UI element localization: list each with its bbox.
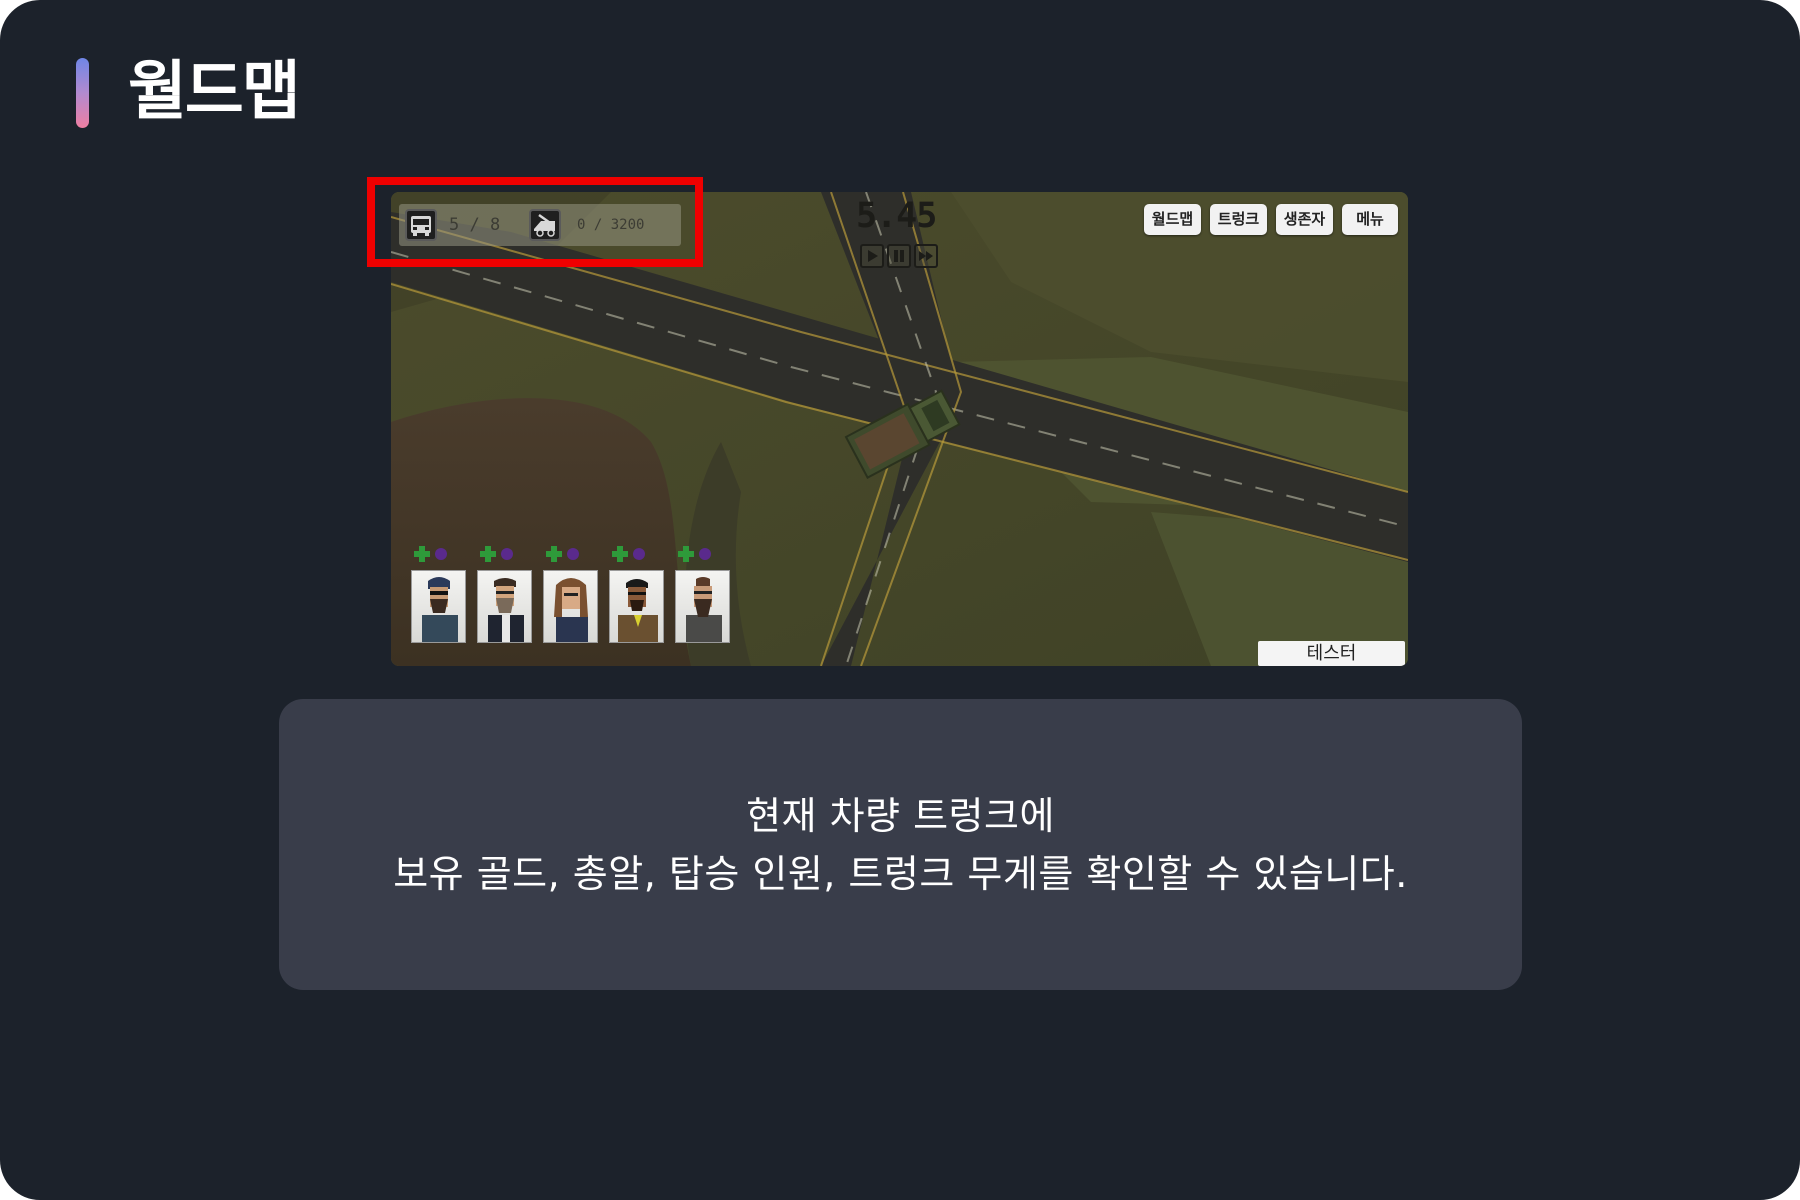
health-plus-icon bbox=[678, 546, 694, 562]
play-icon bbox=[868, 250, 878, 262]
survivor-portrait bbox=[675, 570, 730, 643]
survivor-status-icons bbox=[480, 546, 513, 562]
survivor-status-icons bbox=[612, 546, 645, 562]
trunk-button[interactable]: 트렁크 bbox=[1210, 204, 1267, 235]
tester-button[interactable]: 테스터 bbox=[1258, 641, 1405, 666]
game-speed-readout: 5.45 bbox=[856, 196, 937, 236]
health-plus-icon bbox=[414, 546, 430, 562]
survivor-status-icons bbox=[414, 546, 447, 562]
health-plus-icon bbox=[480, 546, 496, 562]
survivor-slot[interactable] bbox=[609, 544, 665, 654]
caption-panel: 현재 차량 트렁크에 보유 골드, 총알, 탑승 인원, 트렁크 무게를 확인할… bbox=[279, 699, 1522, 990]
health-plus-icon bbox=[612, 546, 628, 562]
title-accent-bar bbox=[76, 58, 89, 128]
purple-orb-icon bbox=[633, 548, 645, 560]
pause-icon bbox=[894, 250, 904, 262]
play-button[interactable] bbox=[860, 244, 884, 268]
highlight-box bbox=[367, 177, 703, 267]
caption-line-1: 현재 차량 트렁크에 bbox=[746, 794, 1055, 838]
pause-button[interactable] bbox=[887, 244, 911, 268]
survivor-status-icons bbox=[546, 546, 579, 562]
health-plus-icon bbox=[546, 546, 562, 562]
survivor-portrait bbox=[543, 570, 598, 643]
survivor-slot[interactable] bbox=[675, 544, 731, 654]
menu-button[interactable]: 메뉴 bbox=[1342, 204, 1398, 235]
purple-orb-icon bbox=[699, 548, 711, 560]
fast-forward-button[interactable] bbox=[914, 244, 938, 268]
survivors-button[interactable]: 생존자 bbox=[1276, 204, 1333, 235]
purple-orb-icon bbox=[435, 548, 447, 560]
purple-orb-icon bbox=[501, 548, 513, 560]
fast-forward-icon bbox=[919, 251, 933, 261]
survivor-slot[interactable] bbox=[543, 544, 599, 654]
tutorial-slide: 월드맵 5 / 8 0 / 3200 5.45 월드맵 트렁크 생존자 메뉴 테… bbox=[0, 0, 1800, 1200]
purple-orb-icon bbox=[567, 548, 579, 560]
survivor-portrait bbox=[609, 570, 664, 643]
caption-line-2: 보유 골드, 총알, 탑승 인원, 트렁크 무게를 확인할 수 있습니다. bbox=[393, 852, 1408, 896]
survivor-portrait bbox=[411, 570, 466, 643]
survivor-status-icons bbox=[678, 546, 711, 562]
survivor-slot[interactable] bbox=[411, 544, 467, 654]
survivor-slot[interactable] bbox=[477, 544, 533, 654]
world-map-button[interactable]: 월드맵 bbox=[1144, 204, 1201, 235]
survivor-portrait bbox=[477, 570, 532, 643]
page-title: 월드맵 bbox=[128, 55, 301, 129]
